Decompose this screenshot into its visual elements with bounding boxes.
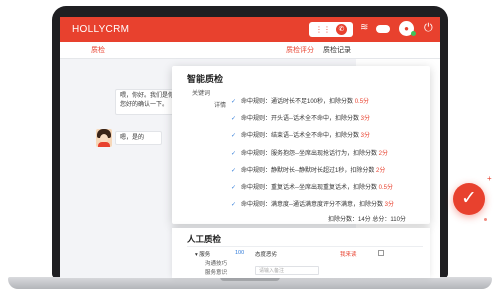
- tab-qc-score[interactable]: 质检评分: [286, 45, 314, 55]
- rule-item: ✓ 命中规则：重复话术--坐席出现重复话术，扣除分数 0.5分: [231, 185, 394, 191]
- tab-qc-record[interactable]: 质检记录: [323, 45, 351, 55]
- service-score: 100: [235, 250, 245, 256]
- attitude-checkbox[interactable]: [378, 250, 384, 256]
- laptop-base: [8, 277, 492, 289]
- check-icon: ✓: [231, 151, 237, 157]
- attitude-item: 态度恶劣: [255, 252, 278, 258]
- agent-message-bubble: 喂，你好。我们是你您好的确认一下。: [115, 89, 179, 115]
- call-controls[interactable]: ⋮⋮ ✆: [309, 22, 353, 37]
- sub-item[interactable]: 服务意识: [205, 268, 227, 276]
- smart-qc-card: 智能质检 关键词 详情 ✓ 命中规则：通话时长不足100秒，扣除分数 0.5分 ✓…: [172, 66, 430, 224]
- keyword-label: 关键词: [192, 91, 211, 97]
- check-icon: ✓: [231, 168, 237, 174]
- deduct-action[interactable]: 我来读: [340, 250, 357, 258]
- grid-icon[interactable]: ⋮⋮: [315, 25, 331, 34]
- power-icon[interactable]: ⏻: [424, 22, 433, 35]
- rule-item: ✓ 命中规则：静默时长--静默时长超过1秒，扣除分数 2分: [231, 168, 386, 174]
- brand-logo: HOLLYCRM: [72, 24, 130, 35]
- check-icon: ✓: [231, 116, 237, 122]
- customer-avatar: [96, 129, 112, 147]
- rule-item: ✓ 命中规则：满意度--通话满意度评分不满意，扣除分数 3分: [231, 202, 395, 208]
- qc-summary: 扣除分数：14分 总分：110分: [328, 217, 406, 223]
- rule-item: ✓ 命中规则：通话时长不足100秒，扣除分数 0.5分: [231, 99, 370, 105]
- rule-item: ✓ 命中规则：开头语--话术全不命中，扣除分数 3分: [231, 116, 371, 122]
- manual-qc-title: 人工质检: [187, 234, 222, 244]
- top-bar: HOLLYCRM ⋮⋮ ✆ ≋ ● ⏻: [60, 17, 440, 42]
- tab-qc[interactable]: 质检: [91, 45, 105, 55]
- check-icon: ✓: [453, 183, 485, 215]
- status-toggle[interactable]: [376, 25, 390, 33]
- customer-message-bubble: 嗯，是的: [115, 131, 162, 145]
- check-icon: ✓: [231, 185, 237, 191]
- divider: [187, 246, 423, 247]
- check-icon: ✓: [231, 99, 237, 105]
- tab-row: 质检 质检评分 质检记录: [60, 42, 440, 59]
- sparkle-icon: +: [487, 174, 492, 183]
- smart-qc-title: 智能质检: [187, 74, 224, 84]
- sparkle-dot: [484, 218, 487, 221]
- manual-qc-card: 人工质检 ▾ 服务 100 态度恶劣 我来读 沟通技巧 服务意识 请输入备注: [172, 228, 430, 278]
- wifi-icon: ≋: [360, 22, 369, 33]
- phone-icon[interactable]: ✆: [336, 24, 347, 35]
- online-status-dot: [411, 31, 416, 36]
- remark-input[interactable]: 请输入备注: [255, 266, 319, 275]
- check-icon: ✓: [231, 202, 237, 208]
- rule-item: ✓ 命中规则：结束语--话术全不命中，扣除分数 3分: [231, 133, 371, 139]
- rule-item: ✓ 命中规则：服务抱怨--坐席出现抢话行为，扣除分数 2分: [231, 151, 389, 157]
- sub-item[interactable]: 沟通技巧: [205, 259, 227, 267]
- service-category[interactable]: ▾ 服务: [195, 250, 210, 258]
- check-icon: ✓: [231, 133, 237, 139]
- detail-label: 详情: [214, 103, 227, 109]
